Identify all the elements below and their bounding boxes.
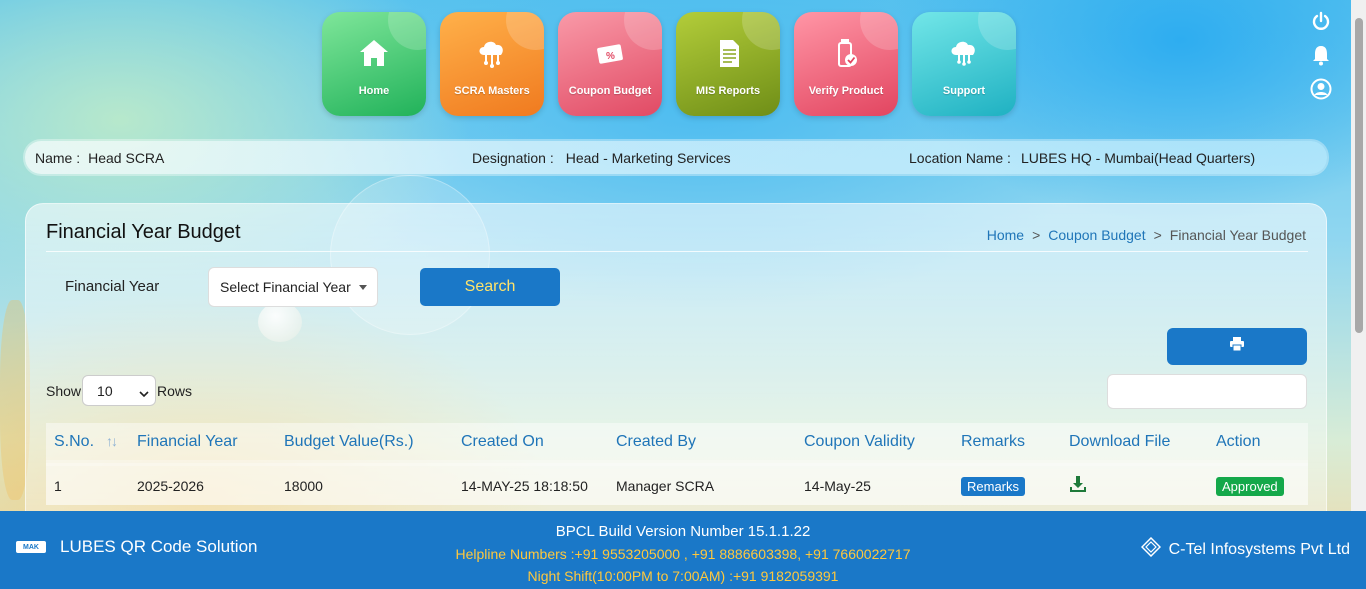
user-location-value: LUBES HQ - Mumbai(Head Quarters) <box>1020 150 1256 166</box>
breadcrumb-current: Financial Year Budget <box>1169 227 1306 243</box>
column-header-label: S.No. <box>54 432 95 450</box>
svg-text:%: % <box>606 51 615 62</box>
nav-tile-mis-reports[interactable]: MIS Reports <box>676 12 780 116</box>
column-header-created-on[interactable]: Created On <box>453 423 608 463</box>
cloud-network-icon <box>475 36 509 70</box>
column-header-download-file[interactable]: Download File <box>1061 423 1208 463</box>
cell-download-file <box>1061 463 1208 505</box>
nav-tile-verify-product[interactable]: Verify Product <box>794 12 898 116</box>
printer-icon <box>1229 337 1245 356</box>
breadcrumb-separator: > <box>1153 227 1162 243</box>
cell-budget-value: 18000 <box>284 477 323 494</box>
coupon-icon: % <box>593 36 627 70</box>
main-nav: Home SCRA Masters % Coupon Budget MIS Re… <box>322 12 1016 116</box>
cell-created-by: Manager SCRA <box>616 477 715 494</box>
company-credit: C-Tel Infosystems Pvt Ltd <box>1140 536 1350 562</box>
page-title: Financial Year Budget <box>46 221 241 243</box>
cell-coupon-validity: 14-May-25 <box>804 477 871 494</box>
financial-year-label: Financial Year <box>65 278 160 295</box>
nav-tile-support[interactable]: Support <box>912 12 1016 116</box>
user-name-label: Name : <box>35 150 81 166</box>
company-name: C-Tel Infosystems Pvt Ltd <box>1168 540 1350 558</box>
cell-financial-year: 2025-2026 <box>137 477 204 494</box>
header-actions <box>1310 10 1332 100</box>
report-icon <box>711 36 745 70</box>
column-header-financial-year[interactable]: Financial Year <box>129 423 276 463</box>
rows-label: Rows <box>157 382 193 399</box>
table-search-input[interactable] <box>1107 374 1307 409</box>
user-designation-value: Head - Marketing Services <box>565 150 731 166</box>
sort-icon[interactable]: ↑↓ <box>106 433 118 449</box>
cell-action: Approved <box>1208 463 1308 505</box>
cell-remarks: Remarks <box>953 463 1061 505</box>
search-button[interactable]: Search <box>420 268 560 306</box>
column-header-budget-value[interactable]: Budget Value(Rs.) <box>276 423 453 463</box>
remarks-button[interactable]: Remarks <box>961 476 1026 496</box>
nav-tile-scra-masters[interactable]: SCRA Masters <box>440 12 544 116</box>
column-header-action[interactable]: Action <box>1208 423 1308 463</box>
budget-table: S.No. ↑↓ Financial Year Budget Value(Rs.)… <box>46 423 1308 505</box>
home-icon <box>357 36 391 70</box>
user-name-value: Head SCRA <box>88 150 165 166</box>
download-icon[interactable] <box>1069 476 1087 496</box>
status-badge: Approved <box>1216 476 1284 496</box>
financial-year-select-value: Select Financial Year <box>220 279 351 295</box>
nav-tile-label: Coupon Budget <box>568 85 652 97</box>
rows-per-page-value: 10 <box>97 383 113 399</box>
print-button[interactable] <box>1167 328 1307 365</box>
title-divider <box>46 251 1308 252</box>
breadcrumb: Home > Coupon Budget > Financial Year Budget <box>987 227 1306 243</box>
nav-tile-label: Home <box>358 85 390 97</box>
table-header-row: S.No. ↑↓ Financial Year Budget Value(Rs.)… <box>46 423 1308 463</box>
column-header-sno[interactable]: S.No. ↑↓ <box>46 423 129 463</box>
cell-sno: 1 <box>54 477 62 494</box>
night-shift-number: Night Shift(10:00PM to 7:00AM) :+91 9182… <box>527 568 839 584</box>
footer: MAK LUBES QR Code Solution BPCL Build Ve… <box>0 511 1366 589</box>
column-header-coupon-validity[interactable]: Coupon Validity <box>796 423 953 463</box>
bell-icon[interactable] <box>1310 44 1332 66</box>
rows-per-page-control: Show 10 Rows <box>46 375 192 406</box>
user-designation-label: Designation : <box>472 150 554 166</box>
rows-per-page-select[interactable]: 10 <box>82 375 157 406</box>
nav-tile-label: SCRA Masters <box>454 85 530 97</box>
user-name: Name : Head SCRA <box>35 150 164 166</box>
cell-created-on: 14-MAY-25 18:18:50 <box>461 477 588 494</box>
column-header-created-by[interactable]: Created By <box>608 423 796 463</box>
nav-tile-label: Support <box>942 85 986 97</box>
ctel-logo-icon <box>1140 536 1169 562</box>
breadcrumb-coupon-budget[interactable]: Coupon Budget <box>1048 227 1145 243</box>
power-icon[interactable] <box>1310 10 1332 32</box>
verify-product-icon <box>829 36 863 70</box>
nav-tile-coupon-budget[interactable]: % Coupon Budget <box>558 12 662 116</box>
show-label: Show <box>46 382 82 399</box>
user-info-bar: Name : Head SCRA Designation : Head - Mark… <box>25 141 1327 174</box>
user-location: Location Name : LUBES HQ - Mumbai(Head Qu… <box>909 150 1255 166</box>
nav-tile-home[interactable]: Home <box>322 12 426 116</box>
user-profile-icon[interactable] <box>1310 78 1332 100</box>
caret-down-icon <box>359 285 367 290</box>
page-scrollbar[interactable] <box>1351 0 1366 511</box>
user-designation: Designation : Head - Marketing Services <box>472 150 731 166</box>
main-card: Financial Year Budget Home > Coupon Budget… <box>25 203 1327 523</box>
user-location-label: Location Name : <box>909 150 1011 166</box>
support-cloud-icon <box>947 36 981 70</box>
breadcrumb-home[interactable]: Home <box>987 227 1024 243</box>
nav-tile-label: Verify Product <box>808 85 884 97</box>
nav-tile-label: MIS Reports <box>695 85 761 97</box>
breadcrumb-separator: > <box>1032 227 1041 243</box>
scrollbar-thumb[interactable] <box>1355 18 1363 333</box>
table-row: 1 2025-2026 18000 14-MAY-25 18:18:50 Man… <box>46 463 1308 505</box>
column-header-remarks[interactable]: Remarks <box>953 423 1061 463</box>
chevron-down-icon <box>139 385 149 401</box>
financial-year-select[interactable]: Select Financial Year <box>208 267 378 307</box>
